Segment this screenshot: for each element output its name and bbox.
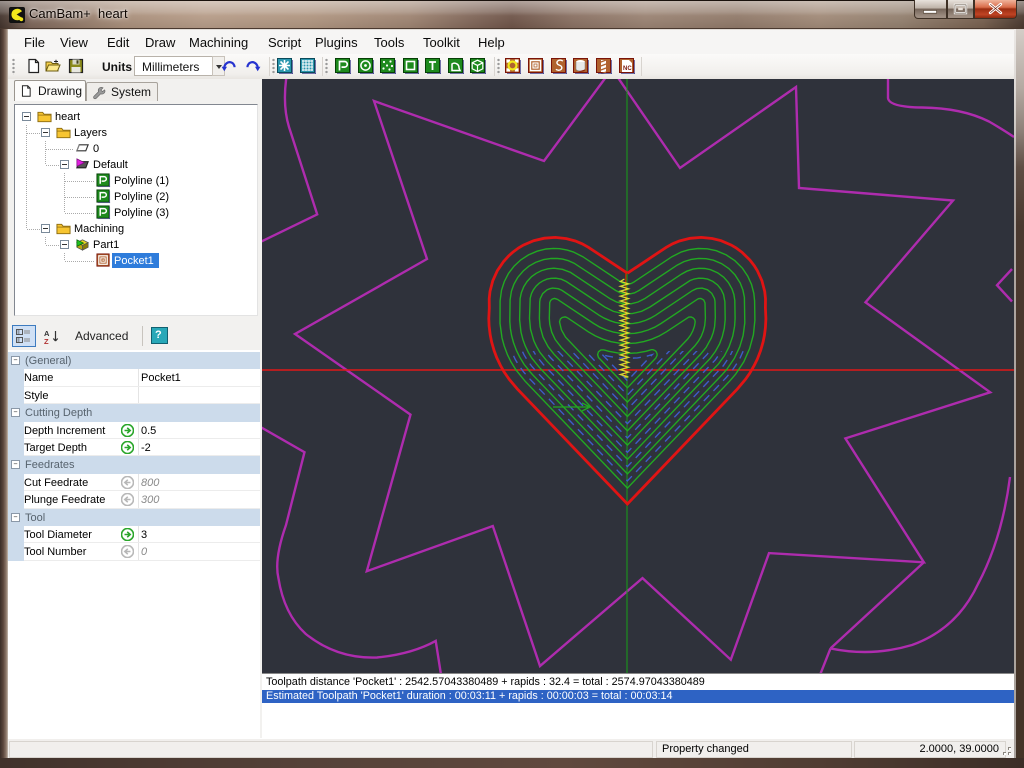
svg-text:Z: Z — [44, 337, 49, 344]
svg-text:NC: NC — [623, 66, 632, 72]
